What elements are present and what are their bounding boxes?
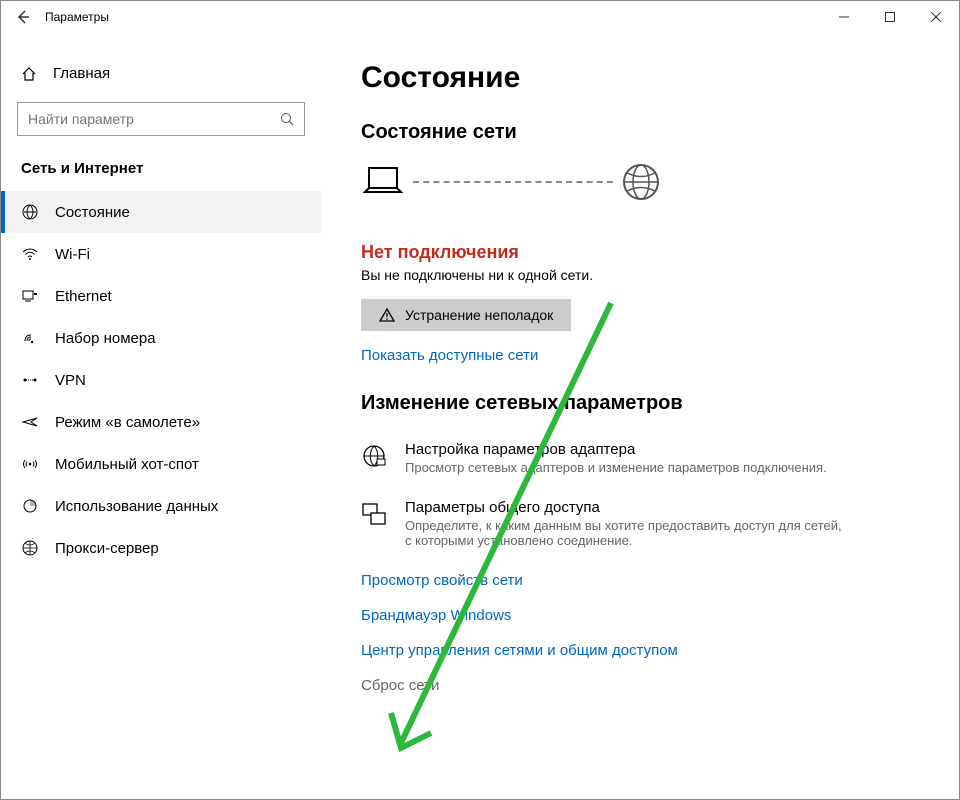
netstatus-heading: Состояние сети (361, 121, 919, 144)
adapter-icon (361, 441, 389, 475)
network-center-link[interactable]: Центр управления сетями и общим доступом (361, 642, 919, 659)
sidebar-item-dialup[interactable]: Набор номера (1, 317, 321, 359)
sidebar-item-ethernet[interactable]: Ethernet (1, 275, 321, 317)
sidebar: Главная Сеть и Интернет Состояние Wi-Fi … (1, 33, 321, 799)
no-connection-subtitle: Вы не подключены ни к одной сети. (361, 267, 919, 283)
search-input[interactable] (28, 111, 294, 127)
maximize-icon (885, 12, 895, 22)
proxy-icon (21, 539, 39, 557)
sidebar-section-label: Сеть и Интернет (1, 160, 321, 191)
status-icon (21, 203, 39, 221)
show-networks-link[interactable]: Показать доступные сети (361, 347, 919, 364)
nav-label: Набор номера (55, 330, 156, 347)
back-button[interactable] (9, 10, 37, 24)
minimize-button[interactable] (821, 1, 867, 33)
datausage-icon (21, 497, 39, 515)
firewall-link[interactable]: Брандмауэр Windows (361, 607, 919, 624)
sharing-icon (361, 499, 389, 548)
sharing-options-row[interactable]: Параметры общего доступа Определите, к к… (361, 499, 919, 548)
sharing-title: Параметры общего доступа (405, 499, 845, 516)
search-icon (280, 112, 294, 126)
close-button[interactable] (913, 1, 959, 33)
home-nav[interactable]: Главная (1, 57, 321, 102)
nav-label: Мобильный хот-спот (55, 456, 199, 473)
sidebar-item-vpn[interactable]: VPN (1, 359, 321, 401)
dialup-icon (21, 329, 39, 347)
sidebar-item-datausage[interactable]: Использование данных (1, 485, 321, 527)
sidebar-item-wifi[interactable]: Wi-Fi (1, 233, 321, 275)
window-title: Параметры (45, 10, 109, 24)
wifi-icon (21, 245, 39, 263)
adapter-title: Настройка параметров адаптера (405, 441, 827, 458)
network-reset-link[interactable]: Сброс сети (361, 677, 919, 694)
ethernet-icon (21, 287, 39, 305)
network-properties-link[interactable]: Просмотр свойств сети (361, 572, 919, 589)
nav-label: Использование данных (55, 498, 218, 515)
laptop-icon (361, 164, 405, 200)
vpn-icon (21, 371, 39, 389)
network-diagram (361, 162, 661, 202)
settings-window: Параметры Главная Сеть и Интернет (0, 0, 960, 800)
titlebar: Параметры (1, 1, 959, 33)
maximize-button[interactable] (867, 1, 913, 33)
minimize-icon (839, 12, 849, 22)
airplane-icon (21, 413, 39, 431)
close-icon (931, 12, 941, 22)
globe-icon (621, 162, 661, 202)
connection-line (413, 181, 613, 183)
nav-label: Режим «в самолете» (55, 414, 200, 431)
troubleshoot-button[interactable]: Устранение неполадок (361, 299, 571, 331)
sidebar-item-status[interactable]: Состояние (1, 191, 321, 233)
change-settings-heading: Изменение сетевых параметров (361, 392, 919, 415)
troubleshoot-label: Устранение неполадок (405, 307, 553, 323)
home-label: Главная (53, 65, 110, 82)
hotspot-icon (21, 455, 39, 473)
sidebar-item-proxy[interactable]: Прокси-сервер (1, 527, 321, 569)
home-icon (21, 66, 37, 82)
warning-icon (379, 307, 395, 323)
content-area: Главная Сеть и Интернет Состояние Wi-Fi … (1, 33, 959, 799)
sidebar-item-hotspot[interactable]: Мобильный хот-спот (1, 443, 321, 485)
adapter-options-row[interactable]: Настройка параметров адаптера Просмотр с… (361, 441, 919, 475)
sidebar-item-airplane[interactable]: Режим «в самолете» (1, 401, 321, 443)
main-panel: Состояние Состояние сети Нет подключения… (321, 33, 959, 799)
search-box[interactable] (17, 102, 305, 136)
no-connection-title: Нет подключения (361, 242, 919, 263)
nav-label: Состояние (55, 204, 130, 221)
nav-label: Ethernet (55, 288, 112, 305)
nav-label: Wi-Fi (55, 246, 90, 263)
sharing-desc: Определите, к каким данным вы хотите пре… (405, 518, 845, 548)
back-arrow-icon (16, 10, 30, 24)
nav-label: Прокси-сервер (55, 540, 159, 557)
page-heading: Состояние (361, 61, 919, 95)
adapter-desc: Просмотр сетевых адаптеров и изменение п… (405, 460, 827, 475)
nav-label: VPN (55, 372, 86, 389)
